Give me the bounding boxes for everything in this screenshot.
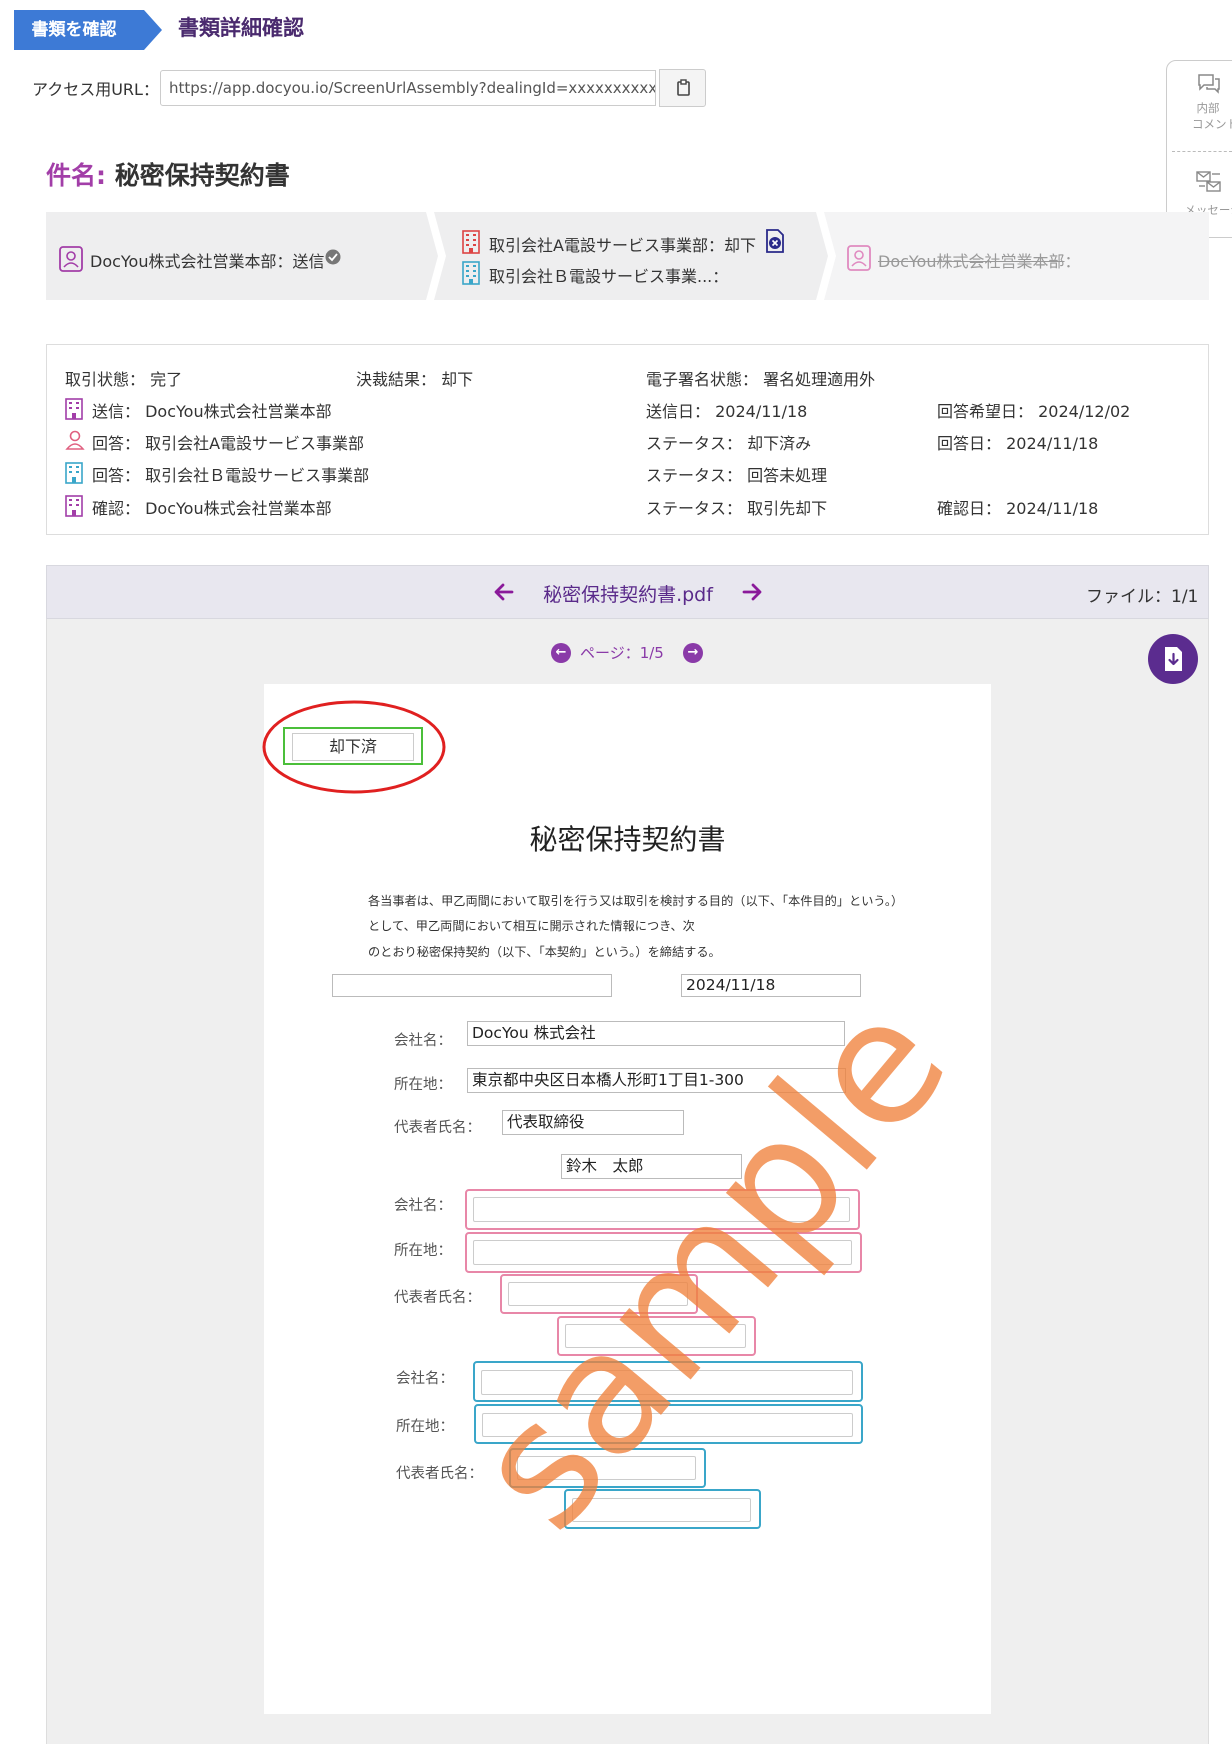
access-url-field[interactable]: https://app.docyou.io/ScreenUrlAssembly?… <box>160 70 656 106</box>
flow-step-confirm-suffix: ： <box>1064 252 1081 271</box>
file-name: 秘密保持契約書.pdf <box>543 584 713 606</box>
document-title: 秘密保持契約書 <box>529 823 726 856</box>
row-mid-label: ステータス： <box>646 499 743 518</box>
comment-label-1: 内部 <box>1196 101 1220 115</box>
row-party: DocYou株式会社営業本部 <box>145 402 332 421</box>
row-mid-label: 送信日： <box>646 402 711 421</box>
esign-value: 署名処理適用外 <box>763 370 876 389</box>
rejected-doc-icon <box>766 229 784 253</box>
row-right-value: 2024/11/18 <box>1006 434 1099 453</box>
building-icon <box>65 495 83 517</box>
prev-page-arrow-icon[interactable]: ← <box>551 643 571 663</box>
decision-value: 却下 <box>441 370 474 389</box>
row-right-value: 2024/11/18 <box>1006 499 1099 518</box>
document-paragraph-1: 各当事者は、甲乙両間において取引を行う又は取引を検討する目的（以下、「本件目的」… <box>368 894 904 908</box>
rejected-stamp: 却下済 <box>292 733 414 761</box>
row-right-label: 回答日： <box>937 434 1002 453</box>
page-indicator: ページ：1/5 <box>580 644 664 662</box>
row-mid-value: 却下済み <box>747 434 812 453</box>
next-file-arrow-icon[interactable] <box>740 582 764 602</box>
esign-label: 電子署名状態： <box>646 370 759 389</box>
document-paragraph-3: のとおり秘密保持契約（以下、「本契約」という。）を締結する。 <box>368 945 721 959</box>
decision-label: 決裁結果： <box>356 370 437 389</box>
row-mid-label: ステータス： <box>646 434 743 453</box>
row-role: 回答： <box>92 466 141 485</box>
row-right-label: 確認日： <box>937 499 1002 518</box>
flow-step-confirm: DocYou株式会社営業本部： <box>878 248 1081 272</box>
file-count: ファイル：1/1 <box>1086 587 1199 607</box>
deal-state-label: 取引状態： <box>65 370 146 389</box>
document-paragraph-2: として、甲乙両間において相互に開示された情報につき、次 <box>368 919 695 933</box>
flow-step-company-a: 取引会社A電設サービス事業部：却下 <box>489 236 756 255</box>
person-icon <box>847 245 871 271</box>
subject-key: 件名: <box>46 161 106 190</box>
representative-title-field[interactable]: 代表取締役 <box>502 1110 684 1135</box>
building-icon <box>462 261 480 285</box>
address-label: 所在地： <box>394 1077 452 1093</box>
person-icon <box>65 430 85 450</box>
download-button[interactable] <box>1148 634 1198 684</box>
check-circle-icon <box>325 249 341 265</box>
address-label: 所在地： <box>394 1243 452 1259</box>
side-panel-divider <box>1172 151 1232 152</box>
person-icon <box>59 246 83 272</box>
flow-step-send: DocYou株式会社営業本部：送信 <box>90 252 325 271</box>
company-label: 会社名： <box>394 1198 452 1214</box>
row-party: DocYou株式会社営業本部 <box>145 499 332 518</box>
flow-step-company-b: 取引会社Ｂ電設サービス事業...： <box>489 267 729 286</box>
comment-label-2: コメント <box>1192 117 1232 131</box>
row-role: 回答： <box>92 434 141 453</box>
access-url-label: アクセス用URL： <box>32 80 159 99</box>
next-page-arrow-icon[interactable]: → <box>683 643 703 663</box>
clipboard-icon <box>677 79 690 96</box>
row-right-label: 回答希望日： <box>937 402 1034 421</box>
deal-state-value: 完了 <box>150 370 183 389</box>
row-mid-value: 回答未処理 <box>747 466 828 485</box>
row-party: 取引会社Ｂ電設サービス事業部 <box>145 466 370 485</box>
row-mid-label: ステータス： <box>646 466 743 485</box>
company-label: 会社名： <box>396 1371 454 1387</box>
copy-url-button[interactable] <box>659 69 706 107</box>
row-right-value: 2024/12/02 <box>1038 402 1131 421</box>
row-role: 送信： <box>92 402 141 421</box>
building-icon <box>65 398 83 420</box>
row-mid-value: 2024/11/18 <box>715 402 808 421</box>
subject: 件名: 秘密保持契約書 <box>46 156 290 192</box>
subject-value: 秘密保持契約書 <box>114 161 290 190</box>
message-icon[interactable] <box>1195 170 1223 192</box>
row-mid-value: 取引先却下 <box>747 499 828 518</box>
row-party: 取引会社A電設サービス事業部 <box>145 434 365 453</box>
page-title: 書類詳細確認 <box>178 16 304 40</box>
representative-label: 代表者氏名： <box>394 1290 481 1306</box>
representative-label: 代表者氏名： <box>394 1120 481 1136</box>
breadcrumb-current[interactable]: 書類を確認 <box>14 10 134 50</box>
building-icon <box>462 230 480 254</box>
comment-icon[interactable] <box>1196 72 1222 96</box>
flow-step-confirm-name: DocYou株式会社営業本部 <box>878 252 1065 271</box>
download-file-icon <box>1165 647 1182 671</box>
row-role: 確認： <box>92 499 141 518</box>
company-label: 会社名： <box>394 1033 452 1049</box>
blank-field[interactable] <box>332 974 612 997</box>
building-icon <box>65 462 83 484</box>
